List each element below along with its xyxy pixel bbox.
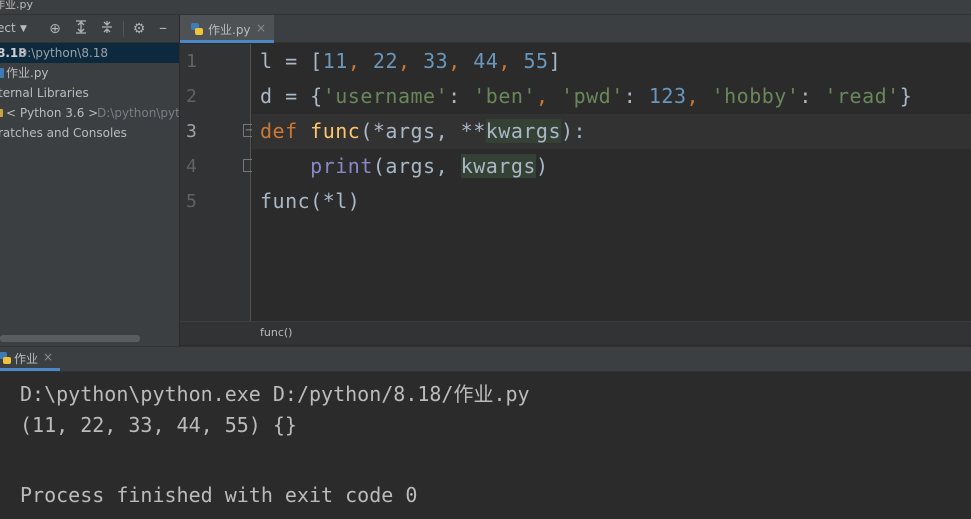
toolbar-separator (123, 21, 124, 37)
window-title: 作业.py (0, 0, 33, 11)
tree-item-scratches[interactable]: ratches and Consoles (0, 123, 179, 143)
code-line-2: d = {'username': 'ben', 'pwd': 123, 'hob… (260, 84, 913, 108)
tree-item-project-root[interactable]: 8.18 D:\python\8.18 (0, 43, 179, 63)
minimize-icon[interactable]: – (154, 20, 172, 38)
horizontal-scrollbar[interactable] (0, 335, 140, 342)
tree-item-external-libraries[interactable]: ternal Libraries (0, 83, 179, 103)
code-line-3: def func(*args, **kwargs): (260, 119, 587, 143)
chevron-down-icon[interactable]: ▼ (20, 24, 27, 34)
gear-icon[interactable]: ⚙ (130, 20, 148, 38)
console-line: Process finished with exit code 0 (20, 483, 418, 507)
run-tab-label: 作业 (14, 352, 39, 366)
window-title-bar: 作业.py (0, 0, 971, 15)
code-line-4: print(args, kwargs) (310, 154, 549, 178)
line-number: 1 (186, 51, 197, 72)
tree-item-label: 作业.py (6, 66, 49, 80)
editor-tab-bar: 作业.py × (180, 15, 971, 43)
python-run-icon (0, 352, 11, 364)
tree-item-python-sdk[interactable]: < Python 3.6 > D:\python\pyth (0, 103, 179, 123)
breadcrumb: func() (180, 321, 971, 345)
tree-item-label: < Python 3.6 > (6, 106, 99, 120)
tree-item-file[interactable]: 作业.py (0, 63, 179, 83)
project-view-selector[interactable]: ect (0, 21, 16, 35)
tree-item-path: D:\python\pyth (97, 106, 179, 120)
active-tab-indicator (0, 368, 60, 371)
tree-item-label: ternal Libraries (0, 86, 89, 100)
python-file-icon (191, 23, 203, 35)
tab-file[interactable]: 作业.py × (180, 15, 274, 43)
breadcrumb-item[interactable]: func() (260, 326, 292, 339)
console-line: D:\python\python.exe D:/python/8.18/作业.p… (20, 382, 530, 406)
expand-all-icon[interactable] (72, 20, 90, 38)
project-toolbar: ect ▼ ⊕ ⚙ – (0, 15, 179, 43)
code-line-1: l = [11, 22, 33, 44, 55] (260, 49, 562, 73)
line-number: 4 (186, 156, 197, 177)
tree-item-path: D:\python\8.18 (18, 46, 109, 60)
run-panel-header (0, 346, 971, 372)
close-icon[interactable]: × (256, 21, 266, 35)
code-line-5: func(*l) (260, 189, 361, 213)
line-number: 2 (186, 86, 197, 107)
collapse-all-icon[interactable] (98, 20, 116, 38)
line-number: 5 (186, 191, 197, 212)
python-file-icon (0, 68, 4, 78)
tree-item-label: ratches and Consoles (0, 126, 127, 140)
tab-label: 作业.py (208, 23, 251, 37)
locate-target-icon[interactable]: ⊕ (46, 20, 64, 38)
project-panel: ect ▼ ⊕ ⚙ – 8.18 D:\python\8.18 作业.py te… (0, 15, 179, 346)
sdk-icon (0, 109, 3, 117)
console-line: (11, 22, 33, 44, 55) {} (20, 413, 297, 437)
line-number: 3 (186, 121, 197, 142)
close-icon[interactable]: × (43, 350, 53, 364)
